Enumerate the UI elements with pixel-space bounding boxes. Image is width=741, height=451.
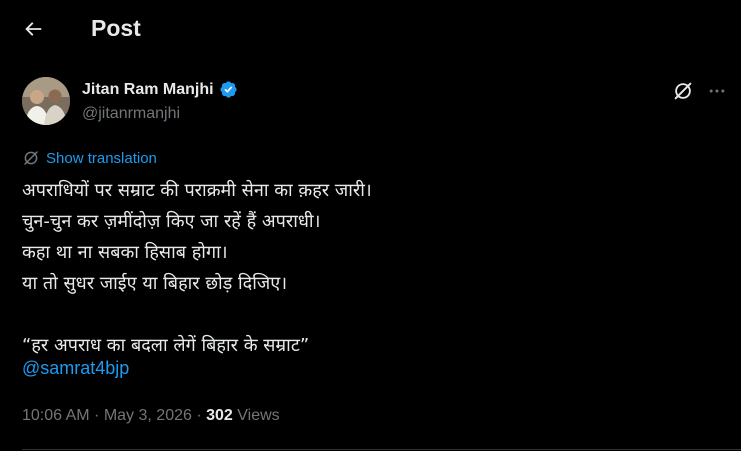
- back-button[interactable]: [16, 12, 50, 46]
- more-options-button[interactable]: [704, 78, 730, 104]
- tweet-line: कहा था ना सबका हिसाब होगा।: [22, 242, 228, 263]
- tweet-line: अपराधियों पर सम्राट की पराक्रमी सेना का …: [22, 180, 372, 201]
- post-meta: 10:06 AM · May 3, 2026 · 302 Views: [22, 407, 280, 425]
- avatar-image: [22, 77, 70, 125]
- post-time[interactable]: 10:06 AM: [22, 407, 90, 425]
- views-label: Views: [232, 407, 280, 424]
- post-date[interactable]: May 3, 2026: [104, 407, 192, 425]
- show-translation-link[interactable]: Show translation: [22, 149, 157, 167]
- tweet-line: चुन-चुन कर ज़मींदोज़ किए जा रहें हैं अपर…: [22, 211, 321, 232]
- tweet-text: अपराधियों पर सम्राट की पराक्रमी सेना का …: [22, 175, 372, 361]
- tweet-line: या तो सुधर जाईए या बिहार छोड़ दिजिए।: [22, 273, 288, 294]
- author-name[interactable]: Jitan Ram Manjhi: [82, 81, 214, 99]
- meta-separator: ·: [191, 407, 207, 424]
- views-count[interactable]: 302: [206, 407, 233, 425]
- grok-icon: [674, 82, 692, 100]
- meta-separator: ·: [89, 407, 104, 424]
- post-header: Post: [0, 0, 741, 58]
- avatar[interactable]: [22, 77, 70, 125]
- author-handle[interactable]: @jitanrmanjhi: [82, 105, 180, 123]
- show-translation-label: Show translation: [46, 149, 157, 167]
- mention-link[interactable]: @samrat4bjp: [22, 358, 129, 379]
- more-horizontal-icon: [709, 89, 725, 93]
- arrow-left-icon: [25, 22, 42, 36]
- tweet-quote: “हर अपराध का बदला लेगें बिहार के सम्राट”: [22, 335, 310, 356]
- grok-button[interactable]: [670, 78, 696, 104]
- divider: [22, 449, 741, 450]
- globe-icon: [24, 151, 38, 165]
- verified-badge-icon: [219, 80, 238, 99]
- page-title: Post: [91, 15, 141, 41]
- author-name-row: Jitan Ram Manjhi: [82, 80, 238, 99]
